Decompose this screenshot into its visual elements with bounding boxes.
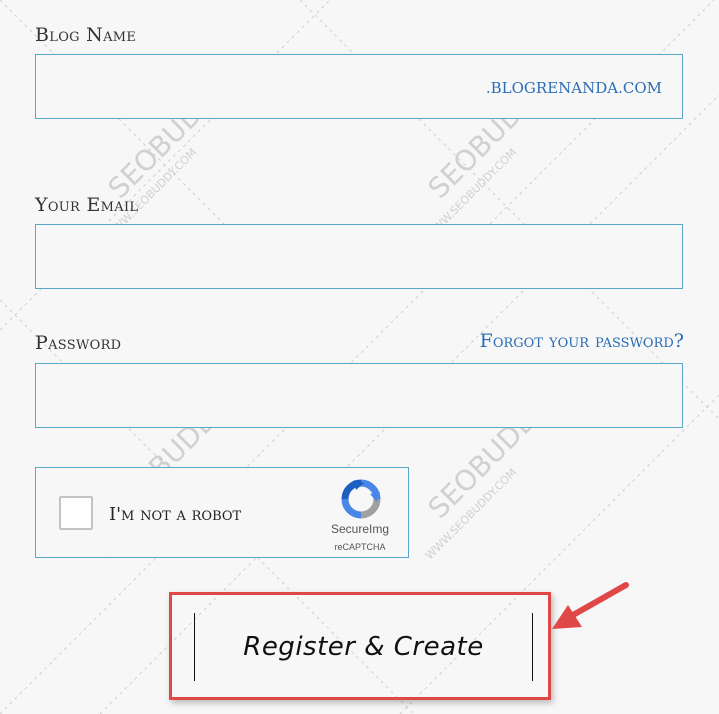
forgot-password-link[interactable]: Forgot your password? (480, 330, 684, 352)
captcha-brand: SecureImg (330, 522, 390, 536)
recaptcha-icon (341, 479, 381, 519)
password-field[interactable] (35, 363, 683, 428)
blog-name-field[interactable]: .BLOGRENANDA.COM (35, 54, 683, 119)
captcha-sub: reCAPTCHA (334, 542, 386, 552)
email-label: Your Email (35, 194, 139, 216)
email-field[interactable] (35, 224, 683, 289)
register-create-button[interactable]: Register & Create (194, 613, 533, 681)
blog-domain-suffix: .BLOGRENANDA.COM (485, 79, 662, 97)
captcha-label: I'm not a robot (109, 504, 242, 525)
watermark-url-4: WWW.SEOBUDDY.COM (423, 466, 519, 562)
blog-name-label: Blog Name (35, 24, 137, 46)
captcha-checkbox[interactable] (59, 496, 93, 530)
password-label: Password (35, 332, 122, 354)
register-highlight-box: Register & Create (169, 592, 551, 700)
captcha-widget: I'm not a robot SecureImg reCAPTCHA (35, 467, 409, 558)
red-arrow-icon (552, 582, 629, 629)
